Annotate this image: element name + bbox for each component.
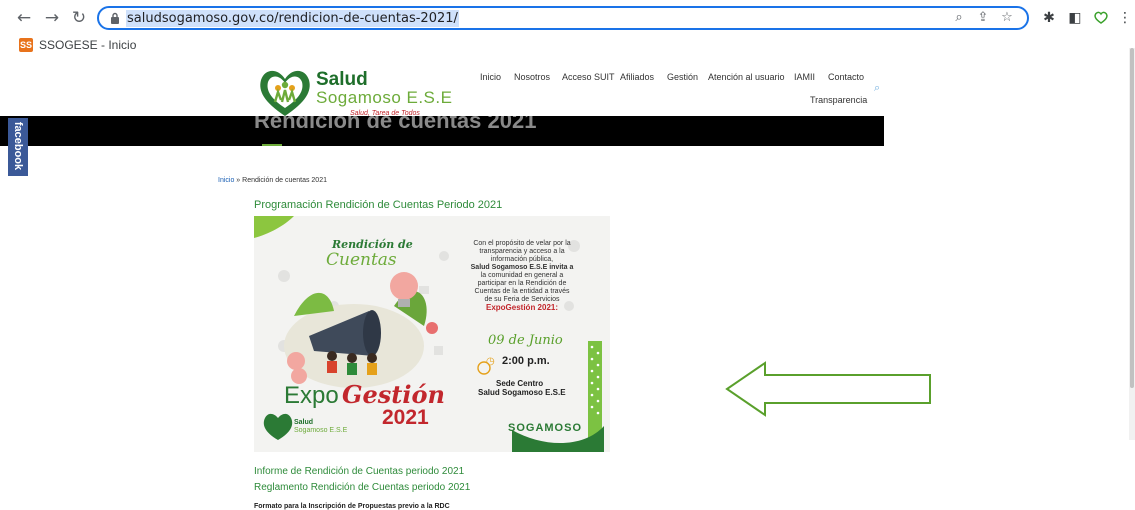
- nav-inicio[interactable]: Inicio: [480, 72, 501, 82]
- back-arrow-icon[interactable]: ←: [14, 8, 34, 28]
- expogestion-poster-image[interactable]: Rendición de Cuentas Con el propósito de…: [254, 216, 610, 452]
- breadcrumb-home-link[interactable]: Inicio: [218, 177, 234, 184]
- poster-date: 09 de Junio: [488, 333, 563, 348]
- share-icon[interactable]: ⇪: [975, 10, 991, 26]
- side-panel-icon[interactable]: ◧: [1066, 9, 1084, 27]
- formato-inscripcion-text[interactable]: Formato para la Inscripción de Propuesta…: [254, 503, 450, 510]
- browser-toolbar: ← → ↻ saludsogamoso.gov.co/rendicion-de-…: [0, 0, 1135, 36]
- poster-event: ExpoGestión 2021:: [485, 303, 559, 312]
- site-logo[interactable]: Salud Sogamoso E.S.E Salud, Tarea de Tod…: [256, 64, 456, 120]
- poster-intro-line: información pública,: [490, 256, 554, 263]
- lock-icon: [111, 12, 119, 24]
- nav-iamii[interactable]: IAMII: [794, 72, 815, 82]
- breadcrumb-separator: »: [234, 177, 243, 184]
- poster-entity: Salud Sogamoso E.S.E invita a: [470, 264, 574, 271]
- bookmark-star-icon[interactable]: ☆: [999, 10, 1015, 26]
- nav-afiliados[interactable]: Afiliados: [620, 72, 654, 82]
- poster-intro-line: Con el propósito de velar por la: [473, 240, 571, 247]
- poster-brand-gestion: Gestión: [342, 380, 445, 409]
- zoom-icon[interactable]: ⌕: [951, 10, 967, 26]
- section-title: Programación Rendición de Cuentas Period…: [254, 199, 503, 211]
- web-page: Salud Sogamoso E.S.E Salud, Tarea de Tod…: [0, 58, 1135, 510]
- poster-heading-2: Cuentas: [326, 250, 397, 270]
- poster-invite-line: la comunidad en general a: [480, 272, 564, 279]
- nav-transparencia[interactable]: Transparencia: [810, 95, 867, 105]
- more-menu-icon[interactable]: ⋮: [1116, 9, 1134, 27]
- title-underline: [262, 144, 282, 146]
- breadcrumb: Inicio » Rendición de cuentas 2021: [218, 177, 327, 184]
- header-band: [0, 116, 232, 146]
- poster-small-logo-title: Salud: [294, 419, 314, 426]
- reload-icon[interactable]: ↻: [69, 8, 89, 28]
- extensions-puzzle-icon[interactable]: ✱: [1040, 9, 1058, 27]
- poster-venue-1: Sede Centro: [496, 379, 544, 388]
- breadcrumb-current: Rendición de cuentas 2021: [242, 177, 327, 184]
- poster-brand-expo: Expo: [284, 382, 339, 409]
- bookmark-favicon-icon: SS: [19, 38, 33, 52]
- poster-text-block: Con el propósito de velar por la transpa…: [462, 240, 582, 312]
- page-banner: Rendición de cuentas 2021: [232, 116, 884, 146]
- nav-nosotros[interactable]: Nosotros: [514, 72, 550, 82]
- scrollbar[interactable]: [1129, 48, 1135, 440]
- poster-time: 2:00 p.m.: [502, 355, 550, 367]
- logo-subtitle: Sogamoso E.S.E: [316, 88, 453, 107]
- url-text[interactable]: saludsogamoso.gov.co/rendicion-de-cuenta…: [126, 10, 459, 27]
- nav-contacto[interactable]: Contacto: [828, 72, 864, 82]
- scrollbar-thumb[interactable]: [1130, 48, 1134, 388]
- nav-atencion-usuario[interactable]: Atención al usuario: [708, 72, 785, 82]
- nav-acceso-suit[interactable]: Acceso SUIT: [562, 72, 615, 82]
- poster-invite-line: Cuentas de la entidad a través: [474, 288, 570, 295]
- nav-gestion[interactable]: Gestión: [667, 72, 698, 82]
- poster-sogamoso-logo: SOGAMOSO: [508, 422, 583, 434]
- poster-brand-year: 2021: [382, 406, 429, 429]
- facebook-tab[interactable]: facebook: [8, 118, 28, 176]
- informe-rendicion-link[interactable]: Informe de Rendición de Cuentas periodo …: [254, 466, 464, 477]
- heart-logo-icon: [260, 70, 310, 116]
- poster-venue-2: Salud Sogamoso E.S.E: [478, 388, 566, 397]
- profile-avatar-icon[interactable]: [1092, 9, 1110, 27]
- poster-invite-line: participar en la Rendición de: [477, 280, 567, 287]
- bookmark-ssogese[interactable]: SSOGESE - Inicio: [39, 38, 136, 52]
- forward-arrow-icon[interactable]: →: [42, 8, 62, 28]
- site-search-icon[interactable]: ⌕: [874, 82, 880, 95]
- clock-icon: ◷: [486, 356, 495, 367]
- left-arrow-annotation-icon: [725, 361, 931, 417]
- page-title: Rendición de cuentas 2021: [254, 116, 537, 133]
- bookmarks-bar: SS SSOGESE - Inicio: [0, 36, 1135, 56]
- facebook-tab-label: facebook: [12, 121, 24, 171]
- reglamento-rendicion-link[interactable]: Reglamento Rendición de Cuentas periodo …: [254, 482, 470, 493]
- address-bar[interactable]: saludsogamoso.gov.co/rendicion-de-cuenta…: [97, 6, 1029, 30]
- poster-intro-line: transparencia y acceso a la: [479, 248, 565, 255]
- poster-small-logo-sub: Sogamoso E.S.E: [294, 427, 348, 434]
